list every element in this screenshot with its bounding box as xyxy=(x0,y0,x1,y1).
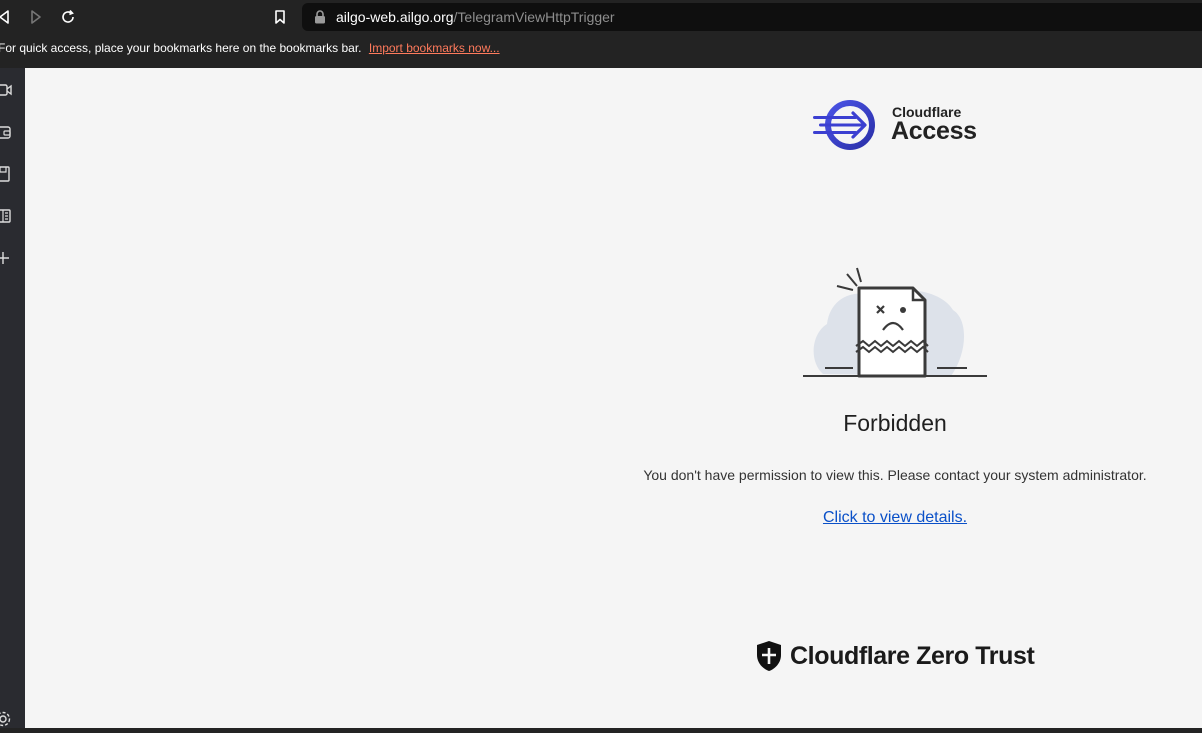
save-icon[interactable] xyxy=(0,165,12,183)
access-logo-icon xyxy=(813,100,875,150)
shield-icon xyxy=(757,641,781,671)
url-text: ailgo-web.ailgo.org/TelegramViewHttpTrig… xyxy=(336,9,615,25)
address-bar[interactable]: ailgo-web.ailgo.org/TelegramViewHttpTrig… xyxy=(302,3,1202,31)
add-icon[interactable] xyxy=(0,249,12,267)
wallet-icon[interactable] xyxy=(0,123,12,141)
cloudflare-zero-trust-logo: Cloudflare Zero Trust xyxy=(756,638,1046,674)
cloudflare-access-logo: Cloudflare Access xyxy=(813,98,993,152)
reader-icon[interactable] xyxy=(0,207,12,225)
url-path: /TelegramViewHttpTrigger xyxy=(453,9,615,25)
footer-logo-text: Cloudflare Zero Trust xyxy=(790,642,1035,670)
browser-sidebar xyxy=(0,68,25,728)
back-icon[interactable] xyxy=(0,5,16,29)
video-icon[interactable] xyxy=(0,81,12,99)
broken-document-icon xyxy=(803,267,987,378)
import-bookmarks-link[interactable]: Import bookmarks now... xyxy=(369,41,500,55)
bookmarks-bar-message: For quick access, place your bookmarks h… xyxy=(0,41,362,55)
view-details-link[interactable]: Click to view details. xyxy=(745,509,1045,527)
forbidden-illustration xyxy=(801,264,991,384)
settings-icon[interactable] xyxy=(0,710,12,728)
bookmarks-bar-hint: For quick access, place your bookmarks h… xyxy=(0,41,500,55)
bookmark-icon[interactable] xyxy=(268,5,292,29)
url-host: ailgo-web.ailgo.org xyxy=(336,9,454,25)
page-content: Cloudflare Access Forbidden You don't ha… xyxy=(25,68,1202,728)
browser-toolbar: ailgo-web.ailgo.org/TelegramViewHttpTrig… xyxy=(0,0,1202,34)
error-message: You don't have permission to view this. … xyxy=(643,467,1147,483)
lock-icon xyxy=(314,10,326,29)
forward-icon[interactable] xyxy=(24,5,48,29)
page-title: Forbidden xyxy=(843,410,947,436)
bookmarks-bar: For quick access, place your bookmarks h… xyxy=(0,34,1202,68)
logo-product-text: Access xyxy=(891,117,977,145)
reload-icon[interactable] xyxy=(56,5,80,29)
